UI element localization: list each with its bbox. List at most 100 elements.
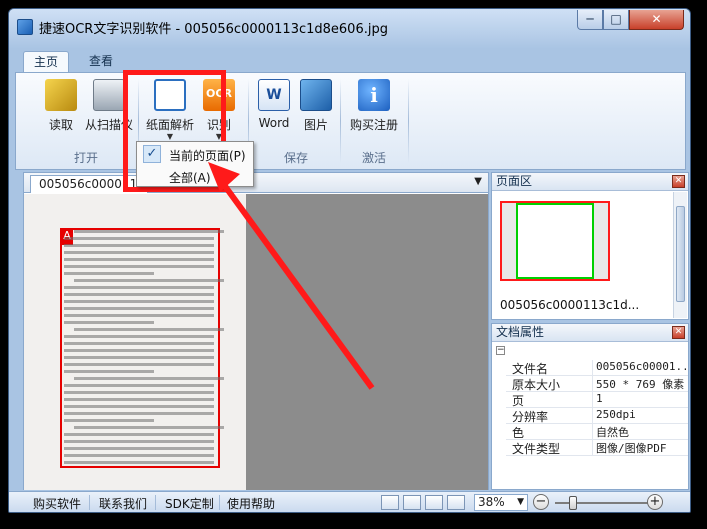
scanned-text-line — [64, 391, 214, 394]
help-link[interactable]: 使用帮助 — [227, 495, 275, 512]
scanned-text-line — [64, 300, 214, 303]
zoom-slider-thumb[interactable] — [569, 496, 577, 510]
group-separator — [408, 79, 409, 163]
buy-register-label: 购买注册 — [349, 118, 398, 132]
property-value: 550 * 769 像素 — [596, 378, 685, 391]
zoom-select[interactable]: 38% ▼ — [474, 494, 528, 511]
property-key: 文件类型 — [512, 442, 561, 456]
property-key: 色 — [512, 426, 525, 440]
paper-analysis-dropdown: ✓ 当前的页面(P) 全部(A) — [136, 141, 254, 187]
buy-register-button[interactable]: i 购买注册 — [348, 79, 400, 133]
info-icon: i — [358, 79, 390, 111]
scanned-text-line — [64, 335, 214, 338]
scrollbar-thumb[interactable] — [676, 206, 685, 302]
scanned-text-line — [64, 349, 214, 352]
app-icon[interactable] — [17, 19, 33, 35]
check-icon: ✓ — [143, 145, 161, 163]
scanned-text-line — [64, 251, 214, 254]
document-view: 005056c0000113c1d8e606.jpg ▼ A — [23, 172, 489, 490]
menu-item-all-pages[interactable]: 全部(A) — [169, 169, 211, 186]
picture-icon — [300, 79, 332, 111]
split-view-icon[interactable] — [447, 495, 465, 510]
property-row: 分辨率 250dpi — [506, 408, 688, 424]
zoom-out-icon[interactable]: − — [533, 494, 549, 510]
group-label-open: 打开 — [74, 151, 99, 165]
read-icon — [45, 79, 77, 111]
contact-us-link[interactable]: 联系我们 — [99, 495, 147, 512]
zoom-value: 38% — [478, 495, 505, 509]
word-label: Word — [258, 116, 290, 130]
app-window: 捷速OCR文字识别软件 - 005056c0000113c1d8e606.jpg… — [8, 8, 691, 513]
minimize-button[interactable]: ─ — [577, 10, 603, 30]
sdk-custom-link[interactable]: SDK定制 — [165, 495, 214, 512]
scanner-icon — [93, 79, 125, 111]
text-view-icon[interactable] — [425, 495, 443, 510]
ocr-region-box[interactable]: A — [60, 228, 220, 468]
page-thumbnail[interactable] — [500, 201, 610, 281]
property-value: 250dpi — [596, 408, 636, 421]
scanned-text-line — [64, 412, 214, 415]
divider — [155, 495, 156, 510]
properties-panel-title: 文档属性 ✕ — [492, 324, 688, 342]
scanned-text-line — [64, 454, 214, 457]
close-icon[interactable]: ✕ — [672, 175, 685, 188]
scanned-text-line — [64, 384, 214, 387]
menu-item-current-page[interactable]: 当前的页面(P) — [169, 147, 246, 164]
scanned-text-line — [64, 370, 154, 373]
read-button[interactable]: 读取 — [44, 79, 78, 133]
property-value: 图像/图像PDF — [596, 442, 667, 455]
property-key: 原本大小 — [512, 378, 561, 392]
page-panel: 页面区 ✕ 005056c0000113c1d... — [491, 172, 689, 320]
document-tab-bar: 005056c0000113c1d8e606.jpg ▼ — [24, 173, 488, 193]
zoom-slider[interactable] — [555, 496, 651, 510]
scanned-text-line — [64, 440, 214, 443]
group-label-activate: 激活 — [362, 151, 387, 165]
image-view-icon[interactable] — [403, 495, 421, 510]
tab-view[interactable]: 查看 — [79, 51, 123, 73]
scanned-text-line — [64, 244, 214, 247]
properties-panel-title-text: 文档属性 — [496, 325, 545, 339]
scanned-text-line — [64, 433, 214, 436]
ribbon: 读取 从扫描仪 打开 纸面解析 ▼ OCR 识别 ▼ W Word 图片 保存 — [15, 72, 686, 170]
document-properties-panel: 文档属性 ✕ − 文件名 005056c00001... 原本大小 550 * 76… — [491, 323, 689, 490]
scanned-text-line — [64, 286, 214, 289]
scanned-text-line — [64, 265, 214, 268]
scanned-text-line — [74, 426, 224, 429]
close-button[interactable]: ✕ — [629, 10, 684, 30]
property-key: 分辨率 — [512, 410, 549, 424]
export-picture-button[interactable]: 图片 — [300, 79, 332, 133]
chevron-down-icon: ▼ — [517, 497, 524, 507]
maximize-button[interactable]: □ — [603, 10, 629, 30]
property-row: 文件名 005056c00001... — [506, 360, 688, 376]
property-row: 原本大小 550 * 769 像素 — [506, 376, 688, 392]
chevron-down-icon[interactable]: ▼ — [474, 176, 482, 187]
tab-home[interactable]: 主页 — [23, 51, 70, 73]
scanned-text-line — [64, 356, 214, 359]
fit-page-icon[interactable] — [381, 495, 399, 510]
group-separator — [340, 79, 341, 163]
page-canvas[interactable]: A — [24, 194, 246, 490]
buy-software-link[interactable]: 购买软件 — [33, 495, 81, 512]
collapse-toggle[interactable]: − — [496, 346, 505, 355]
scanned-text-line — [64, 419, 154, 422]
scanned-text-line — [64, 258, 214, 261]
window-title: 捷速OCR文字识别软件 - 005056c0000113c1d8e606.jpg — [39, 22, 388, 37]
property-key: 页 — [512, 394, 525, 408]
scanned-text-line — [74, 377, 224, 380]
ribbon-tabs: 主页 查看 — [15, 49, 686, 73]
close-icon[interactable]: ✕ — [672, 326, 685, 339]
scanned-text-line — [64, 321, 154, 324]
property-row: 文件类型 图像/图像PDF — [506, 440, 688, 456]
thumbnail-selection — [516, 203, 594, 279]
property-value: 1 — [596, 392, 603, 405]
empty-canvas — [246, 194, 488, 490]
scanned-text-line — [64, 272, 154, 275]
page-panel-title: 页面区 ✕ — [492, 173, 688, 191]
scanned-text-line — [64, 237, 214, 240]
status-bar: 购买软件 联系我们 SDK定制 使用帮助 38% ▼ − + — [9, 491, 690, 512]
thumbnail-scrollbar[interactable] — [673, 192, 687, 318]
picture-label: 图片 — [303, 118, 328, 132]
export-word-button[interactable]: W Word — [256, 79, 292, 130]
zoom-in-icon[interactable]: + — [647, 494, 663, 510]
title-bar[interactable]: 捷速OCR文字识别软件 - 005056c0000113c1d8e606.jpg… — [9, 9, 690, 49]
